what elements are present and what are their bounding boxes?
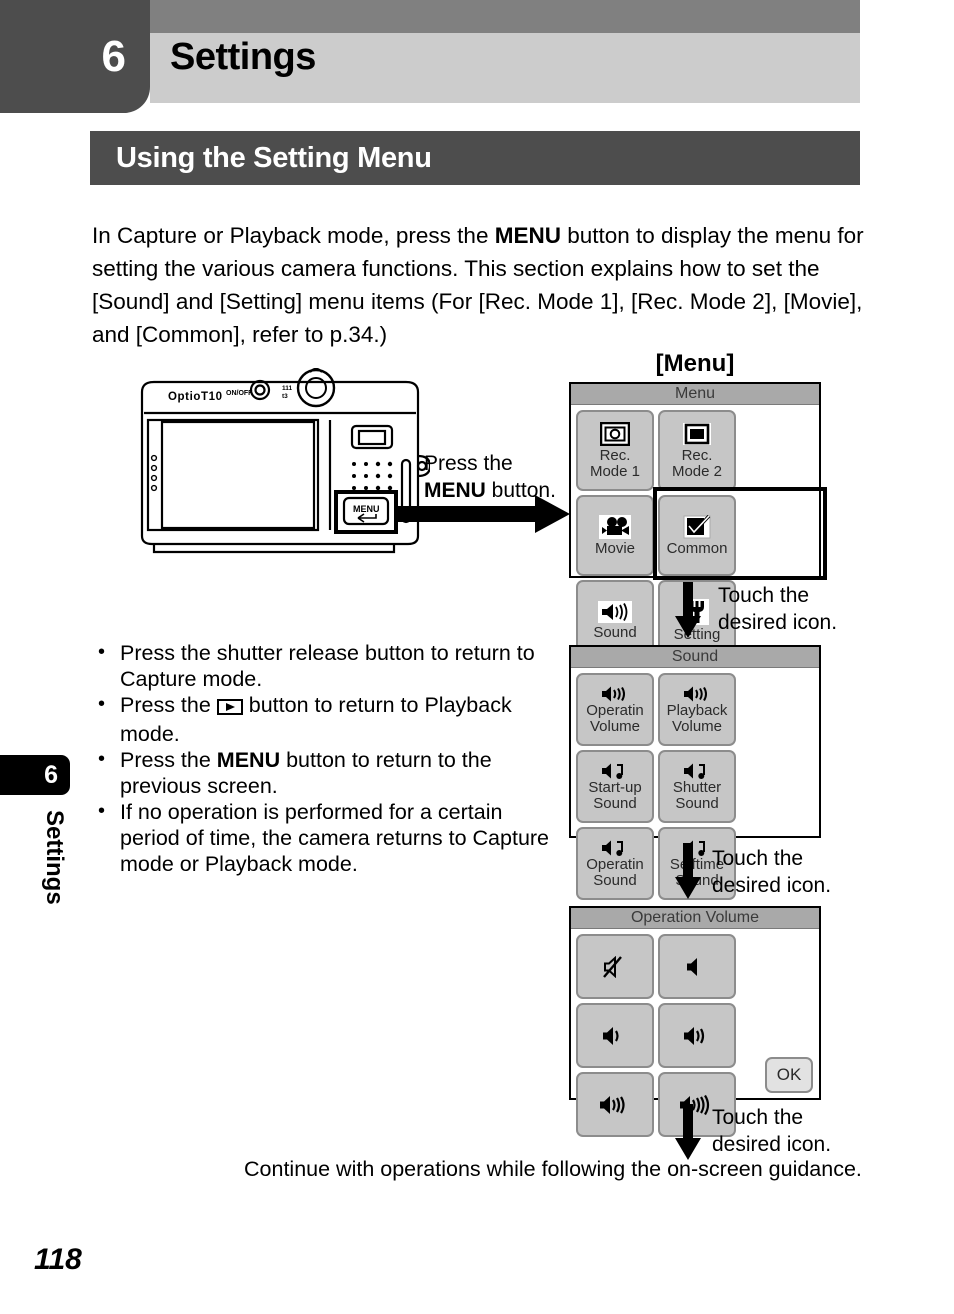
step-caption-3-line1: Touch the	[712, 1106, 804, 1129]
speaker-level4-icon	[597, 1094, 633, 1116]
menu-cell-label: Rec. Mode 2	[671, 446, 723, 480]
speaker-level2-icon	[600, 1025, 630, 1047]
speaker-mute-icon	[602, 955, 628, 978]
list-item: If no operation is performed for a certa…	[92, 798, 562, 877]
menu-cell-label: Sound	[593, 623, 637, 641]
step-caption-1-line1: Touch the	[718, 584, 810, 607]
menu-cell-label: Rec. Mode 1	[589, 446, 641, 480]
screen-menu-title: Menu	[571, 384, 819, 405]
speaker-volume-icon	[682, 685, 712, 703]
flow-arrow-down-1	[675, 582, 701, 643]
speaker-note-icon	[600, 762, 630, 780]
speaker-note-icon	[600, 839, 630, 857]
list-item: Press the shutter release button to retu…	[92, 639, 562, 692]
bullet-menu-keyword: MENU	[216, 748, 281, 772]
page-title: Settings	[170, 36, 316, 78]
sound-cell-label: Shutter Sound	[672, 778, 722, 812]
side-chapter-number: 6	[44, 761, 58, 789]
lcd-screen-operation-volume: Operation Volume OK	[569, 906, 821, 1137]
page-number: 118	[34, 1243, 82, 1276]
list-item: Press the button to return to Playback m…	[92, 691, 562, 747]
speaker-level3-icon	[681, 1025, 713, 1047]
speaker-note-icon	[682, 762, 712, 780]
volume-cell-level-3[interactable]	[658, 1003, 736, 1068]
speaker-level1-icon	[684, 956, 710, 978]
ok-button[interactable]: OK	[765, 1057, 813, 1093]
side-chapter-label: Settings	[40, 810, 80, 950]
screen-sound-title: Sound	[571, 647, 819, 668]
screen-rec-icon	[682, 422, 712, 446]
sound-cell-label: Start-up Sound	[588, 778, 642, 812]
chapter-number: 6	[101, 31, 126, 81]
menu-diagram-label: [Menu]	[655, 350, 735, 377]
flow-arrow-down-2	[675, 843, 701, 904]
sound-cell-label: Operatin Sound	[586, 855, 644, 889]
menu-selection-highlight	[653, 487, 827, 580]
section-heading-bar: Using the Setting Menu	[90, 131, 860, 185]
menu-cell-rec-mode-2[interactable]: Rec. Mode 2	[658, 410, 736, 491]
camera-model-label: OptioT10	[168, 391, 223, 403]
press-caption-line1: Press the	[424, 452, 513, 475]
step-caption-1-line2: desired icon.	[718, 611, 838, 634]
menu-cell-label: Movie	[594, 539, 635, 557]
sound-cell-shutter-sound[interactable]: Shutter Sound	[658, 750, 736, 823]
flow-arrow-down-3	[675, 1104, 701, 1165]
sound-cell-operating-volume[interactable]: Operatin Volume	[576, 673, 654, 746]
volume-cell-level-4[interactable]	[576, 1072, 654, 1137]
sound-cell-label: Playback Volume	[666, 701, 728, 735]
camera-zoom-label2: t3	[282, 393, 288, 400]
intro-paragraph: In Capture or Playback mode, press the M…	[92, 219, 864, 351]
camera-onoff-label: ON/OFF	[226, 390, 253, 397]
volume-cell-level-2[interactable]	[576, 1003, 654, 1068]
camera-menu-button-label: MENU	[353, 504, 380, 514]
screen-volume-title: Operation Volume	[571, 908, 819, 929]
step-caption-1: Touch the desired icon.	[718, 582, 837, 636]
list-item: Press the MENU button to return to the p…	[92, 746, 562, 799]
header-top-band	[150, 0, 860, 33]
camera-zoom-label: 111	[282, 385, 293, 392]
step-caption-2: Touch the desired icon.	[712, 845, 831, 899]
sound-cell-playback-volume[interactable]: Playback Volume	[658, 673, 736, 746]
bullet-text-1: Press the shutter release button to retu…	[120, 641, 535, 691]
movie-camera-icon	[599, 514, 631, 539]
sound-cell-startup-sound[interactable]: Start-up Sound	[576, 750, 654, 823]
bullet-text-4: If no operation is performed for a certa…	[120, 800, 550, 876]
step-caption-3-line2: desired icon.	[712, 1133, 832, 1156]
chapter-header: 6 Settings	[0, 0, 954, 120]
step-caption-2-line1: Touch the	[712, 847, 804, 870]
bullet-text-2-pre: Press the	[120, 693, 217, 717]
camera-rec-icon	[600, 421, 630, 446]
flow-arrow-right	[395, 495, 570, 535]
sound-cell-label: Operatin Volume	[586, 701, 644, 735]
intro-menu-keyword: MENU	[494, 223, 561, 248]
step-caption-2-line2: desired icon.	[712, 874, 832, 897]
menu-cell-movie[interactable]: Movie	[576, 495, 654, 576]
closing-text: Continue with operations while following…	[244, 1157, 862, 1181]
step-caption-3: Touch the desired icon.	[712, 1104, 831, 1158]
notes-bullet-list: Press the shutter release button to retu…	[92, 639, 562, 877]
side-chapter-label-text: Settings	[41, 810, 68, 905]
speaker-sound-icon	[598, 600, 632, 623]
bullet-text-3-pre: Press the	[120, 748, 217, 772]
volume-cell-mute[interactable]	[576, 934, 654, 999]
side-chapter-tab: 6	[0, 755, 70, 795]
camera-svg: OptioT10 ON/OFF 111 t3 MENU	[140, 367, 432, 554]
sound-cell-operating-sound[interactable]: Operatin Sound	[576, 827, 654, 900]
playback-button-icon	[216, 695, 243, 721]
camera-illustration: OptioT10 ON/OFF 111 t3 MENU	[130, 367, 432, 558]
lcd-screen-sound: Sound Operatin Volume Playback Volume Star…	[569, 645, 821, 900]
speaker-volume-icon	[600, 685, 630, 703]
menu-cell-rec-mode-1[interactable]: Rec. Mode 1	[576, 410, 654, 491]
volume-cell-level-1[interactable]	[658, 934, 736, 999]
section-heading-text: Using the Setting Menu	[116, 142, 432, 174]
intro-text-part1: In Capture or Playback mode, press the	[92, 223, 495, 248]
